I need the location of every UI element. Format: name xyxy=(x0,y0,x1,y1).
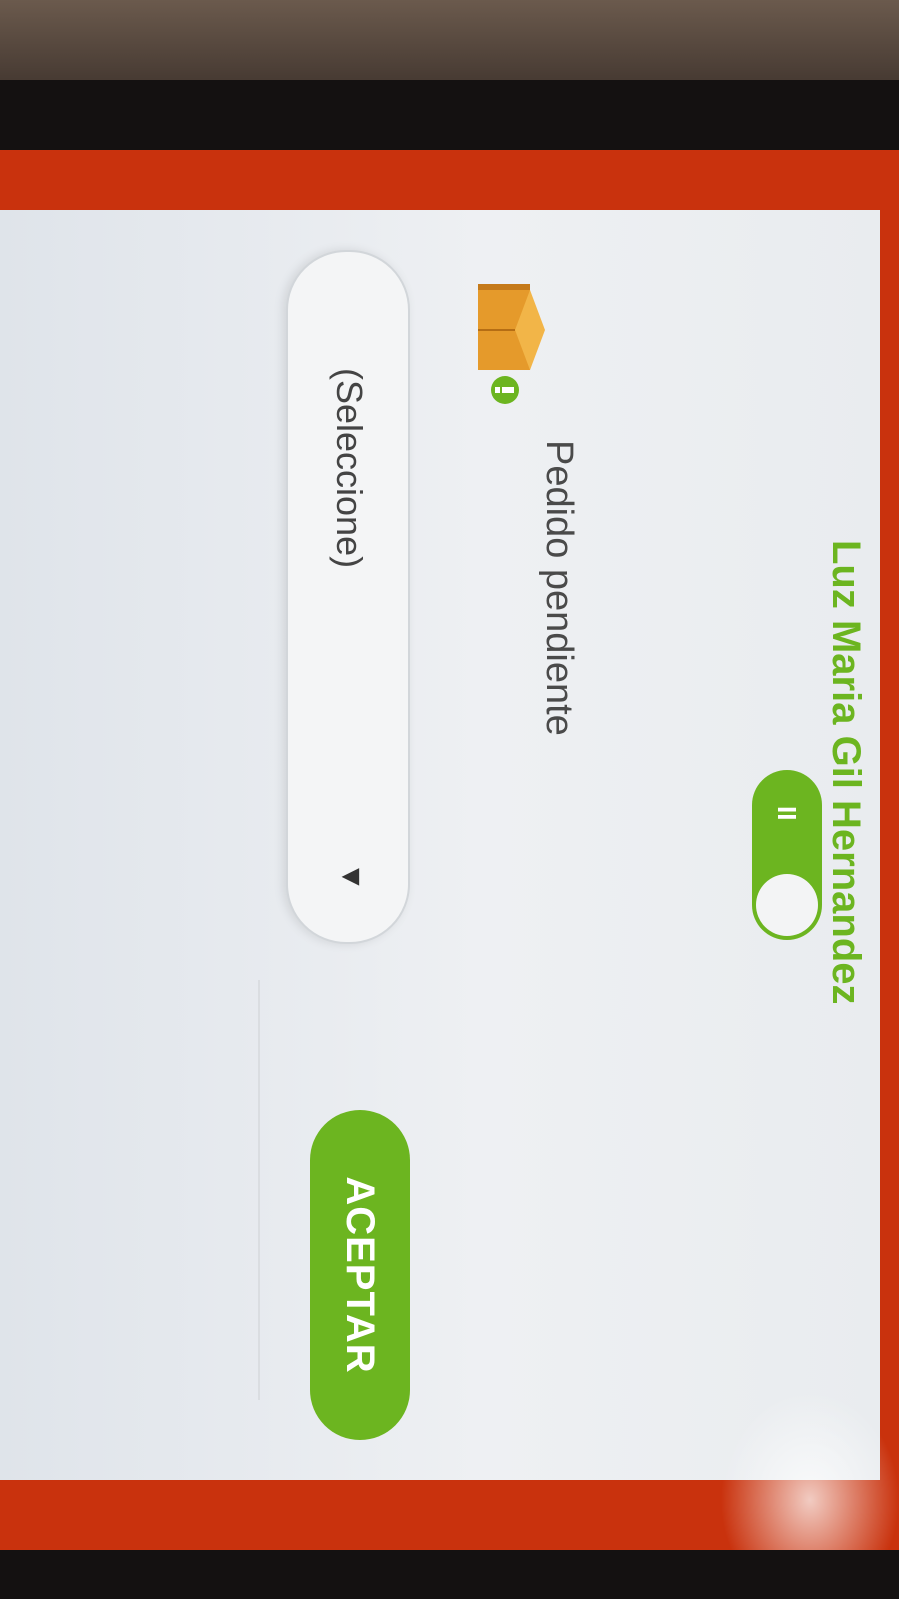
divider xyxy=(258,980,260,1400)
user-name: Luz Maria Gil Hernandez xyxy=(824,540,868,1005)
phone-screen: Luz Maria Gil Hernandez II Pedido pendie… xyxy=(0,150,899,1550)
status-select[interactable]: (Seleccione) ▼ xyxy=(286,250,410,944)
pause-toggle[interactable]: II xyxy=(752,770,822,940)
screen-glare xyxy=(720,1390,899,1550)
select-value: (Seleccione) xyxy=(329,368,370,569)
app-content-area: Luz Maria Gil Hernandez II Pedido pendie… xyxy=(0,210,880,1480)
accept-button[interactable]: ACEPTAR xyxy=(310,1110,410,1440)
chevron-down-icon[interactable]: ▼ xyxy=(334,862,368,892)
open-box-icon xyxy=(478,284,545,404)
app-view: Luz Maria Gil Hernandez II Pedido pendie… xyxy=(0,210,880,1480)
order-status-label: Pedido pendiente xyxy=(538,440,580,736)
pause-icon: II xyxy=(772,806,802,821)
toggle-knob xyxy=(756,874,818,936)
